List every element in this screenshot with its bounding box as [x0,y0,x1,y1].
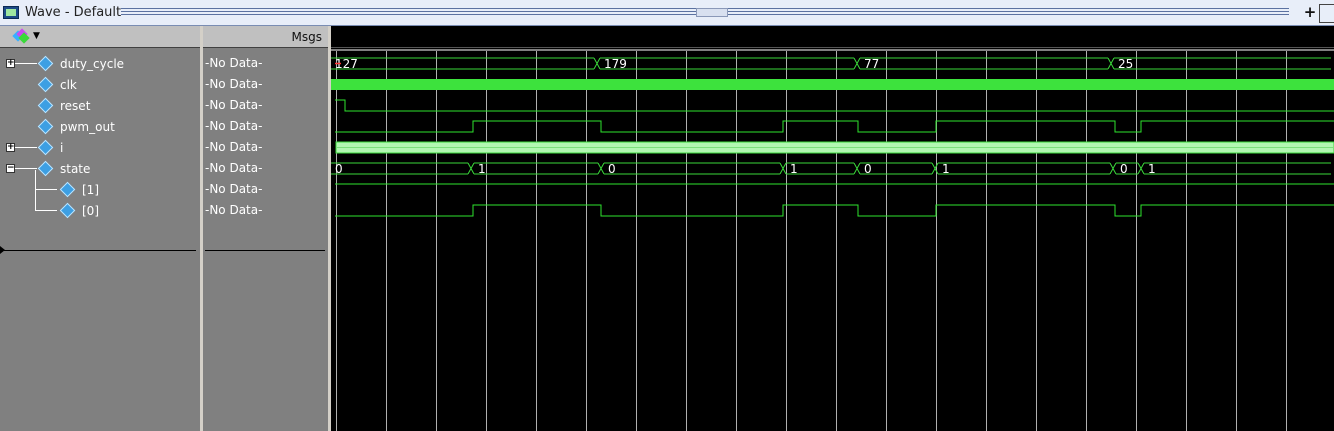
expand-icon[interactable]: + [6,59,15,68]
signal-icon [37,97,54,114]
bus-transition [853,57,861,70]
tree-connector [15,147,37,148]
bus-value-label: 0 [608,162,616,176]
signal-icon [37,160,54,177]
bus-transition [1109,162,1117,175]
signal-value: -No Data- [205,56,263,70]
bus-transition [779,162,787,175]
bus-transition [853,162,861,175]
signal-row[interactable]: + i [0,138,200,159]
bus-transition [467,162,475,175]
digital-wave [335,120,1334,133]
cursor-line [205,250,325,251]
tree-connector [15,168,37,169]
bus-value-label: 25 [1118,57,1133,71]
wave-window: Wave - Default + ▼ + duty_cycleclk reset pw… [0,0,1334,431]
drag-grip-handle[interactable] [696,8,728,17]
waveform-pane[interactable]: 127 179 77 25 0 1 0 1 0 1 0 1 [331,26,1334,431]
bus-value-label: 77 [864,57,879,71]
signal-row[interactable]: reset [0,96,200,117]
bus-value-label: 0 [335,162,343,176]
messages-header-label: Msgs [291,30,322,44]
signal-value: -No Data- [205,98,263,112]
window-title: Wave - Default [25,5,122,20]
tree-connector [35,191,36,211]
signal-row[interactable]: − state [0,159,200,180]
signal-row[interactable]: clk [0,75,200,96]
signal-value: -No Data- [205,77,263,91]
bus-transition [597,162,605,175]
signal-icon [59,181,76,198]
signal-name: state [60,162,91,176]
signal-name: pwm_out [60,120,115,134]
title-bar[interactable]: Wave - Default + [0,0,1334,26]
bus-value-label: 1 [478,162,486,176]
names-header: ▼ [0,26,200,48]
wave-window-icon [3,6,19,19]
bus-value-label: 1 [1148,162,1156,176]
waveform-header [331,26,1334,48]
tree-connector [35,189,57,190]
clock-wave [331,79,1334,90]
signal-name: [1] [82,183,99,197]
waveform-canvas[interactable]: 127 179 77 250 1 0 1 0 1 0 1 [331,26,1334,431]
signal-row[interactable]: [1] [0,170,200,201]
tree-connector [15,63,37,64]
bus-transition [931,162,939,175]
signal-row[interactable]: [0] [0,191,200,222]
signal-value: -No Data- [205,203,263,217]
messages-pane[interactable]: Msgs -No Data- -No Data- -No Data- -No Data… [203,26,328,431]
signal-name: reset [60,99,91,113]
signal-name: [0] [82,204,99,218]
signal-value: -No Data- [205,182,263,196]
bus-transition [593,57,601,70]
bus-transition [1137,162,1145,175]
digital-wave [335,204,1334,217]
digital-wave [335,99,1334,112]
signal-row[interactable]: pwm_out [0,117,200,138]
undock-icon[interactable] [1319,4,1334,23]
tree-connector [35,210,57,211]
bus-value-label: 0 [1120,162,1128,176]
signal-icon [37,139,54,156]
signal-name: i [60,141,64,155]
signal-value: -No Data- [205,161,263,175]
signal-icon [59,202,76,219]
bus-transition [1107,57,1115,70]
chevron-down-icon[interactable]: ▼ [33,31,40,41]
bus-value-label: 0 [864,162,872,176]
signal-icon [37,55,54,72]
add-icon[interactable]: + [1302,4,1318,21]
bus-value-label: 1 [942,162,950,176]
expand-icon[interactable]: + [6,143,15,152]
bus-value-label: 179 [604,57,627,71]
signal-icon [37,118,54,135]
bus-value-label: 1 [790,162,798,176]
collapse-icon[interactable]: − [6,164,15,173]
messages-header: Msgs [203,26,328,48]
signal-value: -No Data- [205,140,263,154]
signal-names-pane[interactable]: ▼ + duty_cycle clk reset pwm_out + i − state [1][… [0,26,200,431]
signal-icon [37,76,54,93]
signal-value: -No Data- [205,119,263,133]
signal-name: duty_cycle [60,57,125,71]
signal-row[interactable]: + duty_cycle [0,54,200,75]
cursor-line[interactable] [4,250,196,251]
wave-toolbar-icon[interactable] [12,28,30,44]
signal-name: clk [60,78,77,92]
